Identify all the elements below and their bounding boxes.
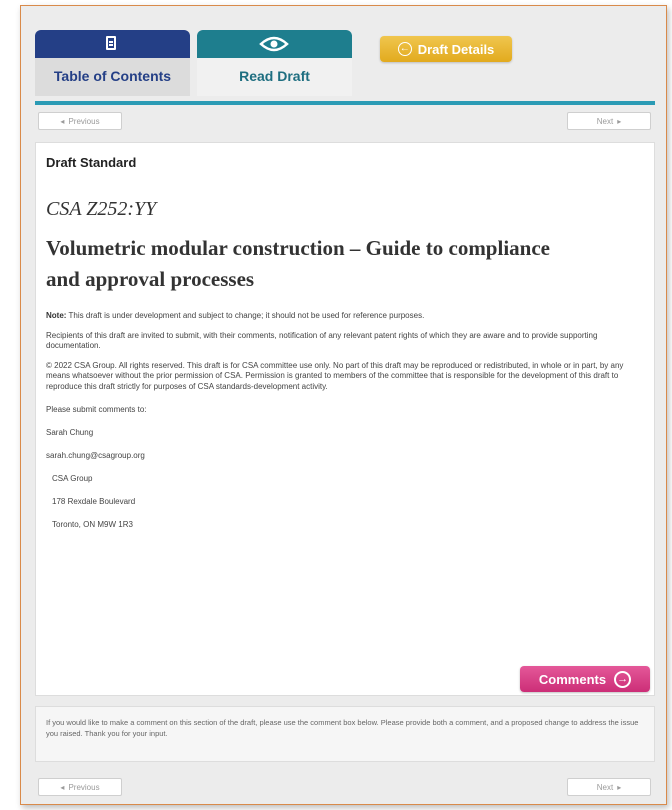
tab-toc-strip	[35, 30, 190, 58]
address-org: CSA Group	[52, 474, 93, 483]
previous-label-bottom: Previous	[68, 782, 100, 792]
standard-code: CSA Z252:YY	[46, 198, 157, 220]
accent-bar	[35, 101, 655, 105]
chevron-left-icon: ◂	[60, 116, 65, 126]
draft-content-panel: Draft Standard CSA Z252:YY Volumetric mo…	[35, 142, 655, 696]
tab-bar: Table of Contents Read Draft ← Draft Det…	[35, 30, 655, 100]
previous-label: Previous	[68, 116, 100, 126]
app-frame: Table of Contents Read Draft ← Draft Det…	[20, 5, 667, 805]
comments-label: Comments	[538, 671, 607, 687]
next-button-bottom[interactable]: Next ▸	[567, 778, 651, 796]
comments-button[interactable]: Comments →	[520, 666, 650, 692]
next-label-bottom: Next	[596, 782, 614, 792]
draft-content: Draft Standard CSA Z252:YY Volumetric mo…	[46, 155, 642, 530]
tab-toc-label: Table of Contents	[53, 68, 172, 84]
previous-button[interactable]: ◂ Previous	[38, 112, 122, 130]
note-label: Note:	[46, 311, 67, 320]
submit-instruction: Please submit comments to:	[46, 405, 147, 414]
arrow-left-circle-icon: ←	[397, 42, 412, 56]
tab-read-draft[interactable]: Read Draft	[197, 30, 352, 96]
contact-email: sarah.chung@csagroup.org	[46, 451, 145, 460]
bottom-nav: ◂ Previous Next ▸	[35, 776, 655, 798]
document-icon	[106, 36, 116, 50]
tab-table-of-contents[interactable]: Table of Contents	[35, 30, 190, 96]
draft-details-label: Draft Details	[417, 41, 495, 57]
previous-button-bottom[interactable]: ◂ Previous	[38, 778, 122, 796]
contact-name: Sarah Chung	[46, 428, 94, 437]
draft-details-button[interactable]: ← Draft Details	[380, 36, 512, 62]
tab-read-strip	[197, 30, 352, 58]
chevron-right-icon: ▸	[617, 116, 622, 126]
arrow-right-circle-icon: →	[614, 670, 632, 688]
copyright-paragraph: © 2022 CSA Group. All rights reserved. T…	[46, 360, 624, 391]
note-paragraph: Note: This draft is under development an…	[46, 311, 642, 322]
address-street: 178 Rexdale Boulevard	[52, 497, 136, 506]
top-nav: ◂ Previous Next ▸	[35, 110, 655, 132]
document-title: Volumetric modular construction – Guide …	[46, 236, 550, 291]
recipients-paragraph: Recipients of this draft are invited to …	[46, 330, 598, 351]
address-city: Toronto, ON M9W 1R3	[52, 520, 133, 529]
chevron-left-icon: ◂	[60, 782, 65, 792]
next-button[interactable]: Next ▸	[567, 112, 651, 130]
next-label: Next	[596, 116, 614, 126]
eye-icon	[259, 36, 289, 52]
draft-standard-heading: Draft Standard	[46, 155, 137, 170]
note-text: This draft is under development and subj…	[68, 311, 425, 320]
comment-instructions: If you would like to make a comment on t…	[35, 706, 655, 762]
tab-read-label: Read Draft	[239, 68, 310, 84]
chevron-right-icon: ▸	[617, 782, 622, 792]
